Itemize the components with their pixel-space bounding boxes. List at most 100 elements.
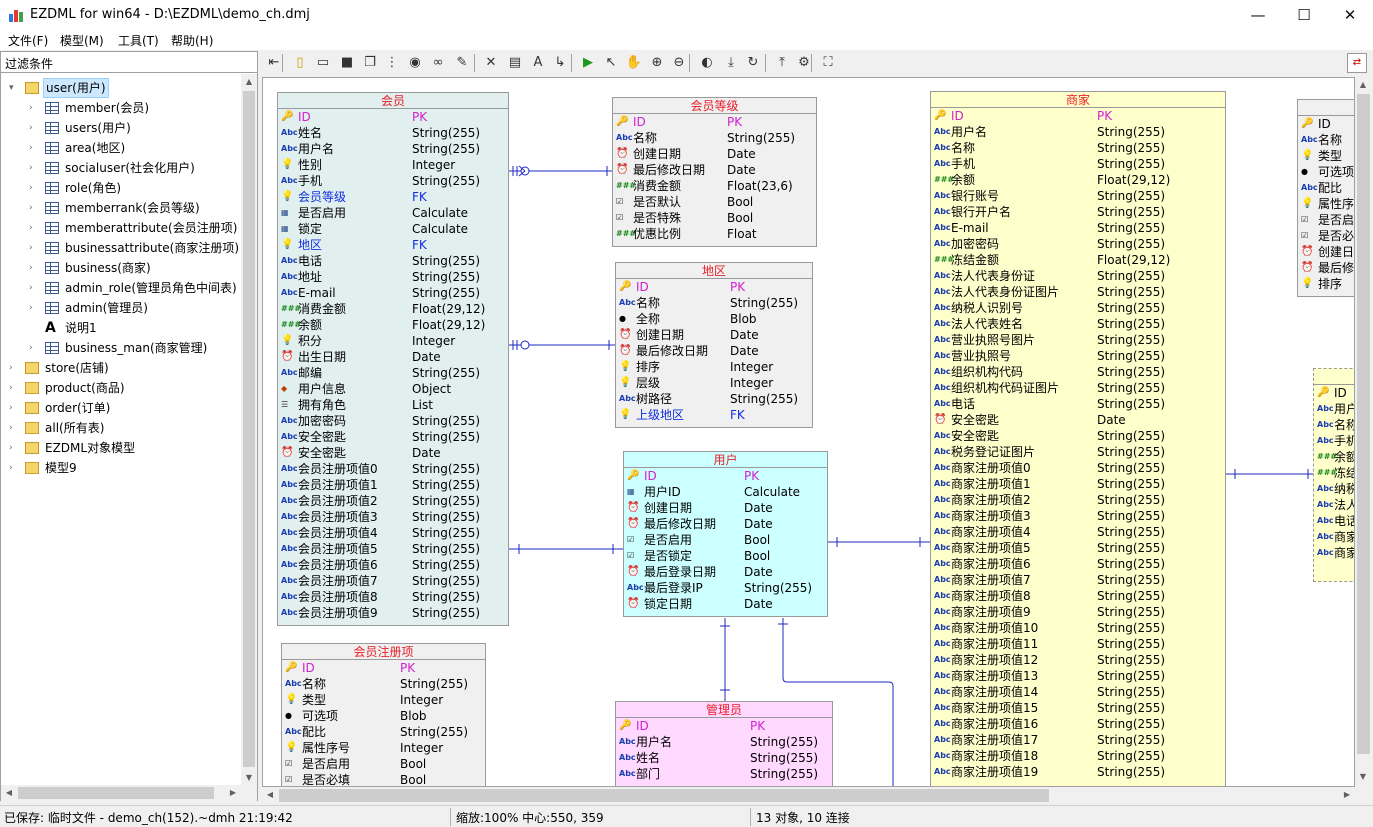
chevron-right-icon[interactable]: › [29, 338, 33, 358]
entity-field[interactable]: 🔑 ID [1298, 116, 1354, 132]
scroll-thumb[interactable] [279, 789, 1049, 802]
chevron-right-icon[interactable]: › [29, 118, 33, 138]
entity-field[interactable]: ⏰ 创建日期 Date [624, 500, 827, 516]
filter-input[interactable]: 过滤条件 [1, 52, 257, 73]
entity-field[interactable]: Abc E-mail String(255) [278, 285, 508, 301]
close-button[interactable]: ✕ [1327, 0, 1373, 30]
entity-field[interactable]: ☑ 是否锁定 Bool [624, 548, 827, 564]
tree-icon[interactable]: ⋮ [383, 54, 401, 72]
chevron-right-icon[interactable]: › [29, 138, 33, 158]
settings-icon[interactable]: ⚙ [795, 54, 813, 72]
entity-field[interactable]: 💡 地区 FK [278, 237, 508, 253]
entity-field[interactable]: Abc 会员注册项值3 String(255) [278, 509, 508, 525]
tree-item[interactable]: › all(所有表) [1, 418, 241, 438]
entity-field[interactable]: ☑ 是否启用 Bool [624, 532, 827, 548]
entity-field[interactable]: Abc 用户名 String(255) [278, 141, 508, 157]
entity-admin[interactable]: 管理员 🔑 ID PK Abc 用户名 String(255) Abc 姓名 String(255… [615, 701, 833, 786]
entity-field[interactable]: ☑ 是否必填 Bool [282, 772, 485, 786]
chevron-right-icon[interactable]: › [9, 418, 13, 438]
binoculars-icon[interactable]: ∞ [429, 54, 447, 72]
tree-item[interactable]: A 说明1 [1, 318, 241, 338]
entity-businessattribute[interactable]: 🔑 ID Abc 名称 💡 类型 ● 可选项 Abc 配比 💡 属性序 ☑ 是否启 ☑ 是否必 ⏰ 创建日 ⏰ 最后修… [1297, 99, 1354, 297]
chevron-right-icon[interactable]: › [9, 398, 13, 418]
entity-field[interactable]: ⏰ 安全密匙 Date [278, 445, 508, 461]
menu-tools[interactable]: 工具(T) [118, 32, 159, 49]
entity-field[interactable]: ### 冻结金额 Float(29,12) [931, 252, 1225, 268]
chevron-right-icon[interactable]: › [9, 458, 13, 478]
scroll-down-icon[interactable]: ▼ [1355, 769, 1371, 785]
entity-field[interactable]: Abc 名称 String(255) [616, 295, 812, 311]
entity-field[interactable]: Abc 商家注册项值6 String(255) [931, 556, 1225, 572]
copy-icon[interactable]: ❐ [361, 54, 379, 72]
entity-field[interactable]: ⏰ 创建日期 Date [616, 327, 812, 343]
entity-field[interactable]: Abc名称 [1314, 417, 1354, 433]
entity-field[interactable]: Abc名称 [1298, 132, 1354, 148]
entity-field[interactable]: ###冻结 [1314, 465, 1354, 481]
chevron-right-icon[interactable]: › [9, 358, 13, 378]
entity-field[interactable]: ⏰ 最后修改日期 Date [624, 516, 827, 532]
entity-field[interactable]: Abc纳税 [1314, 481, 1354, 497]
entity-field[interactable]: 🔑 ID PK [613, 114, 816, 130]
entity-field[interactable]: Abc 商家注册项值1 String(255) [931, 476, 1225, 492]
entity-field[interactable]: Abc 商家注册项值15 String(255) [931, 700, 1225, 716]
entity-field[interactable]: ⏰ 出生日期 Date [278, 349, 508, 365]
entity-field[interactable]: ⏰ 创建日 [1298, 244, 1354, 260]
entity-field[interactable]: 🔑 ID PK [282, 660, 485, 676]
entity-field[interactable]: Abc 地址 String(255) [278, 269, 508, 285]
entity-field[interactable]: Abc 会员注册项值4 String(255) [278, 525, 508, 541]
globe-icon[interactable]: ◉ [406, 54, 424, 72]
entity-field[interactable]: ▦ 用户ID Calculate [624, 484, 827, 500]
entity-field[interactable]: Abc 邮编 String(255) [278, 365, 508, 381]
entity-field[interactable]: Abc 名称 String(255) [613, 130, 816, 146]
entity-field[interactable]: 💡 类型 [1298, 148, 1354, 164]
tree-item[interactable]: ▾ user(用户) [1, 78, 241, 98]
chevron-right-icon[interactable]: › [29, 278, 33, 298]
entity-field[interactable]: Abc 法人代表身份证 String(255) [931, 268, 1225, 284]
entity-field[interactable]: ⏰ 锁定日期 Date [624, 596, 827, 612]
entity-field[interactable]: Abc 树路径 String(255) [616, 391, 812, 407]
entity-field[interactable]: Abc 商家注册项值19 String(255) [931, 764, 1225, 780]
maximize-button[interactable]: ☐ [1281, 0, 1327, 30]
entity-field[interactable]: 🔑 ID [1314, 385, 1354, 401]
entity-field[interactable]: Abc 商家注册项值17 String(255) [931, 732, 1225, 748]
tree-item[interactable]: › product(商品) [1, 378, 241, 398]
chevron-down-icon[interactable]: ▾ [9, 78, 14, 98]
entity-field[interactable]: Abc 法人代表姓名 String(255) [931, 316, 1225, 332]
chevron-right-icon[interactable]: › [29, 178, 33, 198]
zoom-in-icon[interactable]: ⊕ [648, 54, 666, 72]
entity-field[interactable]: Abc 商家注册项值12 String(255) [931, 652, 1225, 668]
diagram-canvas[interactable]: 会员 🔑 ID PK Abc 姓名 String(255) Abc 用户名 String(255)… [262, 77, 1355, 787]
new-icon[interactable]: ▯ [291, 54, 309, 72]
tree-vertical-scrollbar[interactable]: ▲ ▼ [241, 74, 257, 786]
entity-field[interactable]: ### 消费金额 Float(29,12) [278, 301, 508, 317]
back-icon[interactable]: ⇤ [265, 54, 283, 72]
chevron-right-icon[interactable]: › [29, 218, 33, 238]
delete-icon[interactable]: ✕ [482, 54, 500, 72]
tree-item[interactable]: › admin_role(管理员角色中间表) [1, 278, 241, 298]
entity-field[interactable]: Abc 电话 String(255) [931, 396, 1225, 412]
entity-field[interactable]: Abc 会员注册项值7 String(255) [278, 573, 508, 589]
entity-field[interactable]: Abc商家 [1314, 545, 1354, 561]
entity-field[interactable]: Abc 商家注册项值3 String(255) [931, 508, 1225, 524]
entity-field[interactable]: Abc 商家注册项值0 String(255) [931, 460, 1225, 476]
entity-field[interactable]: 💡 属性序号 Integer [282, 740, 485, 756]
table-icon[interactable]: ▤ [506, 54, 524, 72]
scroll-up-icon[interactable]: ▲ [1355, 77, 1371, 93]
tree-horizontal-scrollbar[interactable]: ◀ ▶ [1, 785, 257, 801]
scroll-right-icon[interactable]: ▶ [1339, 787, 1355, 803]
entity-field[interactable]: Abc 商家注册项值14 String(255) [931, 684, 1225, 700]
entity-field[interactable]: ### 余额 Float(29,12) [931, 172, 1225, 188]
entity-field[interactable]: Abc 组织机构代码 String(255) [931, 364, 1225, 380]
entity-field[interactable]: Abc 营业执照号 String(255) [931, 348, 1225, 364]
entity-field[interactable]: ⏰ 创建日期 Date [613, 146, 816, 162]
chevron-right-icon[interactable]: › [29, 238, 33, 258]
tree-item[interactable]: › area(地区) [1, 138, 241, 158]
entity-field[interactable]: Abc 配比 String(255) [282, 724, 485, 740]
entity-field[interactable]: ● 可选项 Blob [282, 708, 485, 724]
hand-icon[interactable]: ✋ [625, 54, 643, 72]
entity-field[interactable]: ###余额 [1314, 449, 1354, 465]
entity-field[interactable]: Abc 会员注册项值8 String(255) [278, 589, 508, 605]
tree-item[interactable]: › EZDML对象模型 [1, 438, 241, 458]
import-icon[interactable]: ⤓ [722, 54, 740, 72]
entity-field[interactable]: Abc 会员注册项值1 String(255) [278, 477, 508, 493]
